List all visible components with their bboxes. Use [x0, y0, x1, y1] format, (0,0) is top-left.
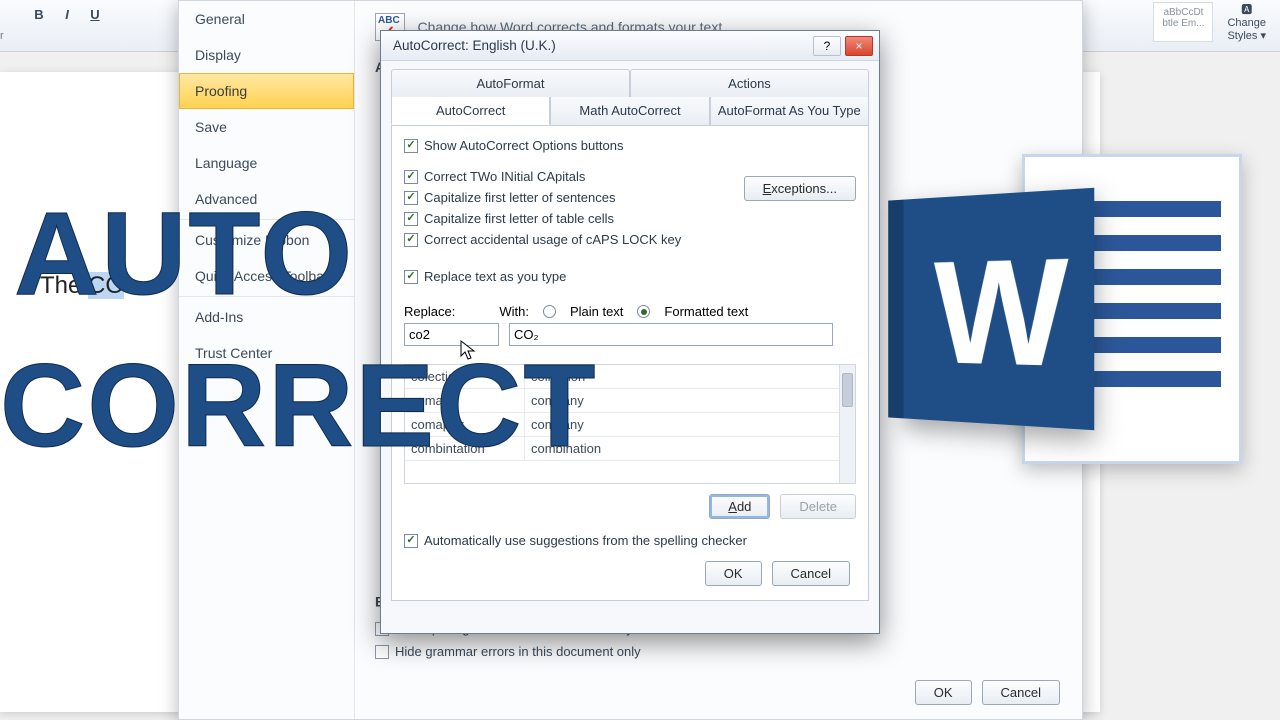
- tab-autocorrect[interactable]: AutoCorrect: [391, 97, 550, 125]
- delete-button[interactable]: Delete: [780, 494, 856, 519]
- tab-math-autocorrect[interactable]: Math AutoCorrect: [550, 97, 709, 125]
- hide-grammar-label: Hide grammar errors in this document onl…: [395, 644, 641, 659]
- tab-autoformat-as-you-type[interactable]: AutoFormat As You Type: [710, 97, 869, 125]
- change-styles-button[interactable]: 🅰 Change Styles ▾: [1227, 2, 1266, 44]
- plain-text-label: Plain text: [570, 304, 623, 319]
- autocorrect-dialog: AutoCorrect: English (U.K.) ? × AutoForm…: [380, 30, 880, 634]
- tab-autoformat[interactable]: AutoFormat: [391, 69, 630, 97]
- italic-button[interactable]: I: [56, 4, 78, 26]
- style-tile-text: aBbCcDt: [1163, 7, 1203, 18]
- replace-text-checkbox[interactable]: [404, 270, 418, 284]
- close-button[interactable]: ×: [845, 36, 873, 56]
- capitalize-table-label: Capitalize first letter of table cells: [424, 211, 614, 226]
- style-tile[interactable]: aBbCcDt btle Em...: [1153, 2, 1213, 42]
- sidebar-item-proofing[interactable]: Proofing: [179, 73, 354, 109]
- tab-actions[interactable]: Actions: [630, 69, 869, 97]
- ribbon-group-label: r: [0, 30, 4, 42]
- underline-button[interactable]: U: [84, 4, 106, 26]
- capitalize-sentences-label: Capitalize first letter of sentences: [424, 190, 615, 205]
- dialog-cancel-button[interactable]: Cancel: [772, 561, 850, 586]
- replace-text-label: Replace text as you type: [424, 269, 566, 284]
- auto-suggestions-label: Automatically use suggestions from the s…: [424, 533, 747, 548]
- overlay-title-line1: AUTO: [14, 186, 354, 322]
- change-styles-label2: Styles ▾: [1227, 30, 1266, 42]
- show-options-checkbox[interactable]: [404, 139, 418, 153]
- help-button[interactable]: ?: [813, 36, 841, 56]
- show-options-label: Show AutoCorrect Options buttons: [424, 138, 623, 153]
- formatted-text-radio[interactable]: [637, 305, 650, 318]
- capitalize-sentences-checkbox[interactable]: [404, 191, 418, 205]
- caps-lock-label: Correct accidental usage of cAPS LOCK ke…: [424, 232, 681, 247]
- dialog-ok-button[interactable]: OK: [705, 561, 762, 586]
- options-cancel-button[interactable]: Cancel: [982, 680, 1060, 705]
- word-logo-icon: W: [894, 154, 1242, 464]
- add-button[interactable]: Add: [709, 494, 770, 519]
- formatted-text-label: Formatted text: [664, 304, 748, 319]
- two-initial-caps-label: Correct TWo INitial CApitals: [424, 169, 585, 184]
- sidebar-item-language[interactable]: Language: [179, 145, 354, 181]
- plain-text-radio[interactable]: [543, 305, 556, 318]
- hide-grammar-checkbox[interactable]: [375, 645, 389, 659]
- capitalize-table-checkbox[interactable]: [404, 212, 418, 226]
- scrollbar-thumb[interactable]: [842, 373, 853, 407]
- exceptions-button[interactable]: Exceptions...: [744, 176, 856, 201]
- options-ok-button[interactable]: OK: [915, 680, 972, 705]
- caps-lock-checkbox[interactable]: [404, 233, 418, 247]
- sidebar-item-general[interactable]: General: [179, 1, 354, 37]
- dialog-title: AutoCorrect: English (U.K.): [393, 38, 809, 53]
- change-styles-label1: Change: [1227, 17, 1266, 29]
- replace-label: Replace:: [404, 304, 455, 319]
- style-tile-name: btle Em...: [1162, 18, 1204, 29]
- paint-icon: 🅰: [1241, 4, 1252, 16]
- overlay-title-line2: CORRECT: [0, 338, 597, 474]
- dialog-titlebar[interactable]: AutoCorrect: English (U.K.) ? ×: [381, 31, 879, 61]
- bold-button[interactable]: B: [28, 4, 50, 26]
- scrollbar[interactable]: [839, 365, 855, 483]
- with-label: With:: [499, 304, 529, 319]
- sidebar-item-display[interactable]: Display: [179, 37, 354, 73]
- auto-suggestions-checkbox[interactable]: [404, 534, 418, 548]
- sidebar-item-save[interactable]: Save: [179, 109, 354, 145]
- two-initial-caps-checkbox[interactable]: [404, 170, 418, 184]
